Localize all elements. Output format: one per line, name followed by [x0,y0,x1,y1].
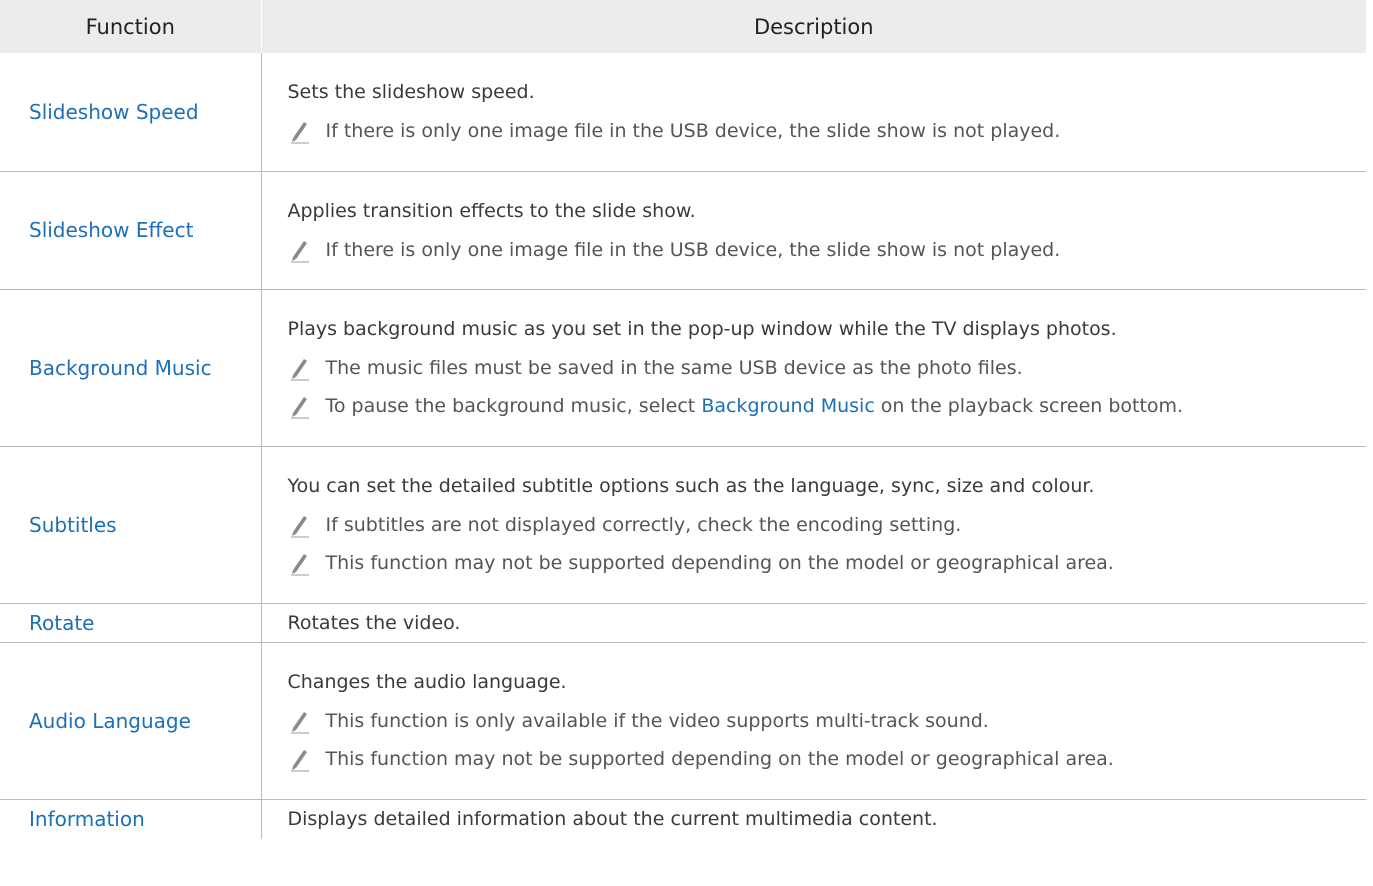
pencil-note-icon [290,712,309,734]
description-text: Rotates the video. [287,611,461,634]
note: The music files must be saved in the sam… [288,355,1367,381]
description-text: Displays detailed information about the … [287,808,938,831]
pencil-note-icon [290,122,309,144]
description-cell: You can set the detailed subtitle option… [261,446,1367,604]
note: This function may not be supported depen… [288,550,1367,576]
pencil-note-icon [290,240,309,262]
table-row: Information Displays detailed informatio… [0,799,1366,839]
function-audio-language[interactable]: Audio Language [0,642,262,800]
note: To pause the background music, select Ba… [288,393,1367,419]
note-text: The music files must be saved in the sam… [325,357,1023,379]
description-text: Sets the slideshow speed. [287,81,535,104]
description-text: Applies transition effects to the slide … [287,199,696,222]
table-row: Background Music Plays background music … [0,289,1367,447]
note-text: If there is only one image file in the U… [325,120,1061,143]
background-music-link[interactable]: Background Music [701,395,874,417]
note-text: This function is only available if the v… [325,710,989,732]
description-cell: Plays background music as you set in the… [261,289,1367,447]
function-background-music[interactable]: Background Music [0,289,262,447]
pencil-note-icon [290,516,309,538]
table-row: Audio Language Changes the audio languag… [0,642,1367,800]
function-subtitles[interactable]: Subtitles [0,446,262,604]
function-information[interactable]: Information [0,799,262,839]
header-description: Description [261,0,1366,53]
table-row: Slideshow Effect Applies transition effe… [0,171,1367,290]
function-slideshow-speed[interactable]: Slideshow Speed [0,53,262,172]
note-text: If subtitles are not displayed correctly… [325,514,962,536]
function-table: Function Description Slideshow Speed Set… [0,0,1366,839]
note-text: This function may not be supported depen… [325,552,1114,574]
description-cell: Rotates the video. [261,603,1366,643]
pencil-note-icon [290,359,309,381]
note: This function is only available if the v… [288,708,1367,734]
header-function: Function [0,0,262,53]
function-rotate[interactable]: Rotate [0,603,262,643]
table-header-row: Function Description [0,0,1366,53]
description-text: Changes the audio language. [287,671,567,693]
function-slideshow-effect[interactable]: Slideshow Effect [0,171,262,290]
pencil-note-icon [290,750,309,772]
note-text: If there is only one image file in the U… [325,238,1061,261]
table-row: Subtitles You can set the detailed subti… [0,446,1367,604]
pencil-note-icon [290,554,309,576]
description-text: Plays background music as you set in the… [287,318,1117,340]
table-row: Slideshow Speed Sets the slideshow speed… [0,53,1367,172]
description-cell: Displays detailed information about the … [261,799,1366,839]
note-text: To pause the background music, select Ba… [325,395,1184,417]
pencil-note-icon [290,397,309,419]
description-cell: Applies transition effects to the slide … [261,171,1367,290]
table-row: Rotate Rotates the video. [0,603,1366,643]
note: If there is only one image file in the U… [288,237,1367,263]
note: This function may not be supported depen… [288,746,1367,772]
note-text: This function may not be supported depen… [325,748,1114,770]
description-text: You can set the detailed subtitle option… [287,475,1095,497]
description-cell: Sets the slideshow speed. If there is on… [261,53,1367,172]
note: If there is only one image file in the U… [288,118,1367,144]
note: If subtitles are not displayed correctly… [288,512,1367,538]
description-cell: Changes the audio language. This functio… [261,642,1367,800]
